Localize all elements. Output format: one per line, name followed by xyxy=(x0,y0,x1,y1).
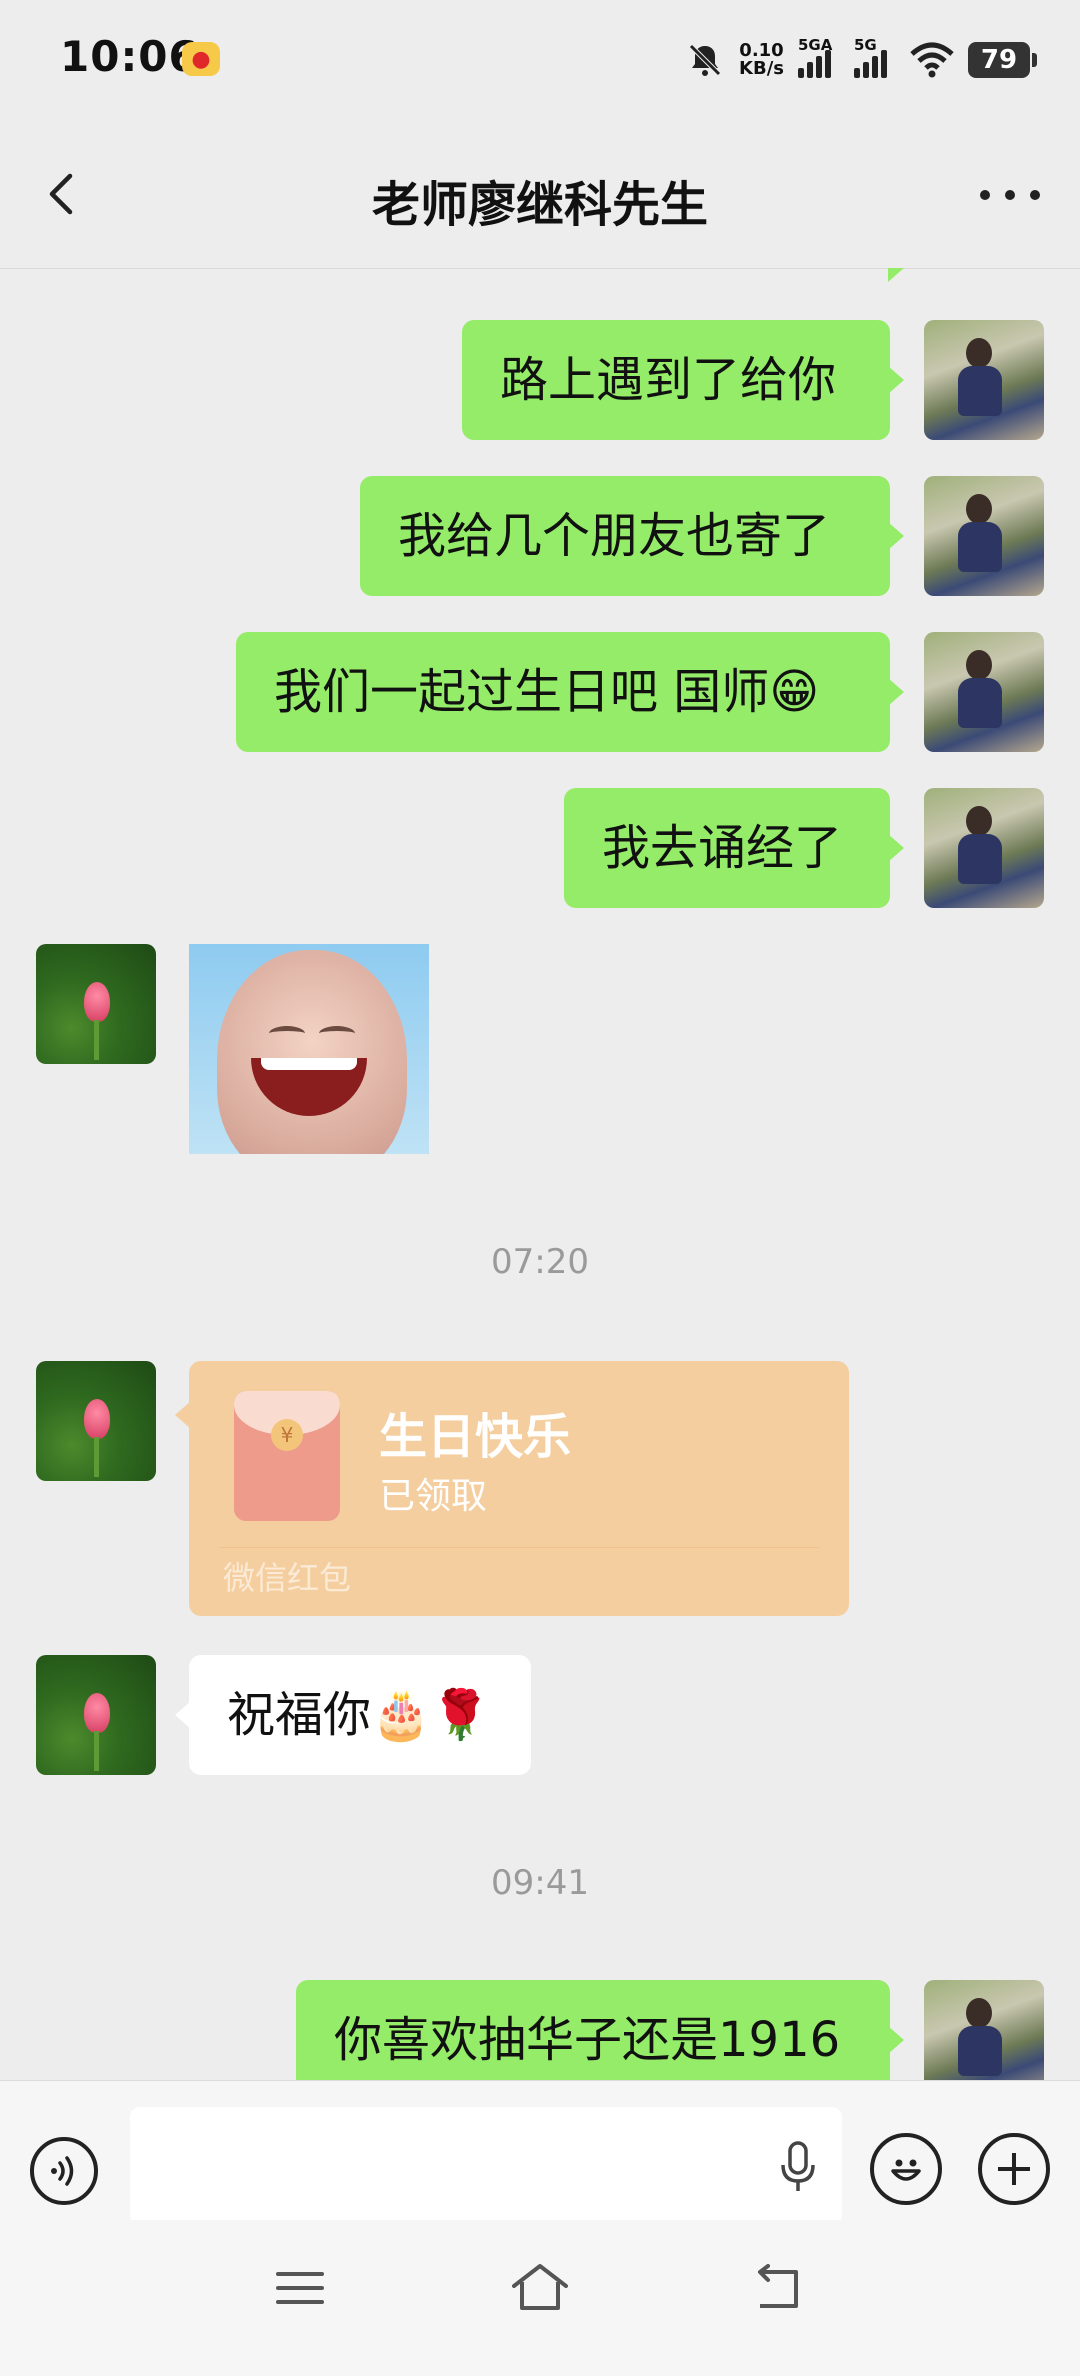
voice-input-button[interactable] xyxy=(30,2137,98,2205)
message-input-bar xyxy=(0,2080,1080,2225)
more-functions-button[interactable] xyxy=(978,2133,1050,2205)
microphone-icon[interactable] xyxy=(778,2141,818,2193)
menu-lines-icon[interactable] xyxy=(275,2268,325,2308)
plus-icon xyxy=(998,2153,1030,2185)
my-message-bubble[interactable]: 路上遇到了给你 xyxy=(462,320,904,440)
my-avatar[interactable] xyxy=(924,476,1044,596)
smiley-face-icon xyxy=(891,2159,921,2181)
home-icon[interactable] xyxy=(510,2262,570,2312)
status-time: 10:06 xyxy=(60,32,199,81)
timestamp: 09:41 xyxy=(491,1863,589,1903)
network-speed: 0.10 KB/s xyxy=(739,40,784,79)
chat-title: 老师廖继科先生 xyxy=(371,177,708,233)
voice-wave-icon xyxy=(51,2156,74,2186)
chat-header: 老师廖继科先生 xyxy=(0,120,1080,269)
status-icons: 0.10 KB/s 5GA 5G 79 xyxy=(685,30,1037,90)
weibo-notification-icon: ● xyxy=(182,42,220,76)
back-nav-icon[interactable] xyxy=(752,2264,806,2312)
chat-message-list[interactable]: 路上遇到了给你 我给几个朋友也寄了 我们一起过生日吧 国师😁 我去诵经了 07:… xyxy=(0,268,1080,2080)
my-message-bubble[interactable]: 我们一起过生日吧 国师😁 xyxy=(236,632,904,752)
status-bar: 10:06 ● 0.10 KB/s 5GA 5G 79 xyxy=(0,0,1080,120)
my-avatar[interactable] xyxy=(924,1980,1044,2080)
timestamp: 07:20 xyxy=(491,1242,589,1282)
battery-icon: 79 xyxy=(968,42,1037,78)
my-avatar[interactable] xyxy=(924,632,1044,752)
contact-avatar[interactable] xyxy=(36,1361,156,1481)
mute-bell-icon xyxy=(689,44,721,76)
my-message-bubble[interactable]: 你喜欢抽华子还是1916 xyxy=(296,1980,904,2080)
my-avatar[interactable] xyxy=(924,788,1044,908)
message-text-field[interactable] xyxy=(130,2107,842,2225)
system-nav-bar xyxy=(0,2220,1080,2376)
emoji-button[interactable] xyxy=(870,2133,942,2205)
red-packet-icon: ¥ xyxy=(234,1391,340,1521)
red-packet-divider xyxy=(219,1547,819,1548)
wifi-icon xyxy=(910,42,954,78)
red-packet-label: 微信红包 xyxy=(223,1559,352,1597)
more-options-icon[interactable] xyxy=(980,175,1040,215)
signal-5ga-icon: 5GA xyxy=(798,36,840,78)
my-avatar[interactable] xyxy=(924,320,1044,440)
red-packet-status: 已领取 xyxy=(379,1476,488,1517)
red-packet-card[interactable]: ¥ 生日快乐 已领取 微信红包 xyxy=(175,1361,849,1616)
contact-avatar[interactable] xyxy=(36,1655,156,1775)
signal-5g-icon: 5G xyxy=(854,36,896,78)
my-message-bubble[interactable]: 我去诵经了 xyxy=(564,788,904,908)
contact-message-bubble[interactable]: 祝福你🎂🌹 xyxy=(175,1655,531,1775)
laughing-buddha-sticker[interactable] xyxy=(189,944,429,1154)
red-packet-title: 生日快乐 xyxy=(379,1409,572,1465)
my-message-bubble[interactable]: 我给几个朋友也寄了 xyxy=(360,476,904,596)
contact-avatar[interactable] xyxy=(36,944,156,1064)
